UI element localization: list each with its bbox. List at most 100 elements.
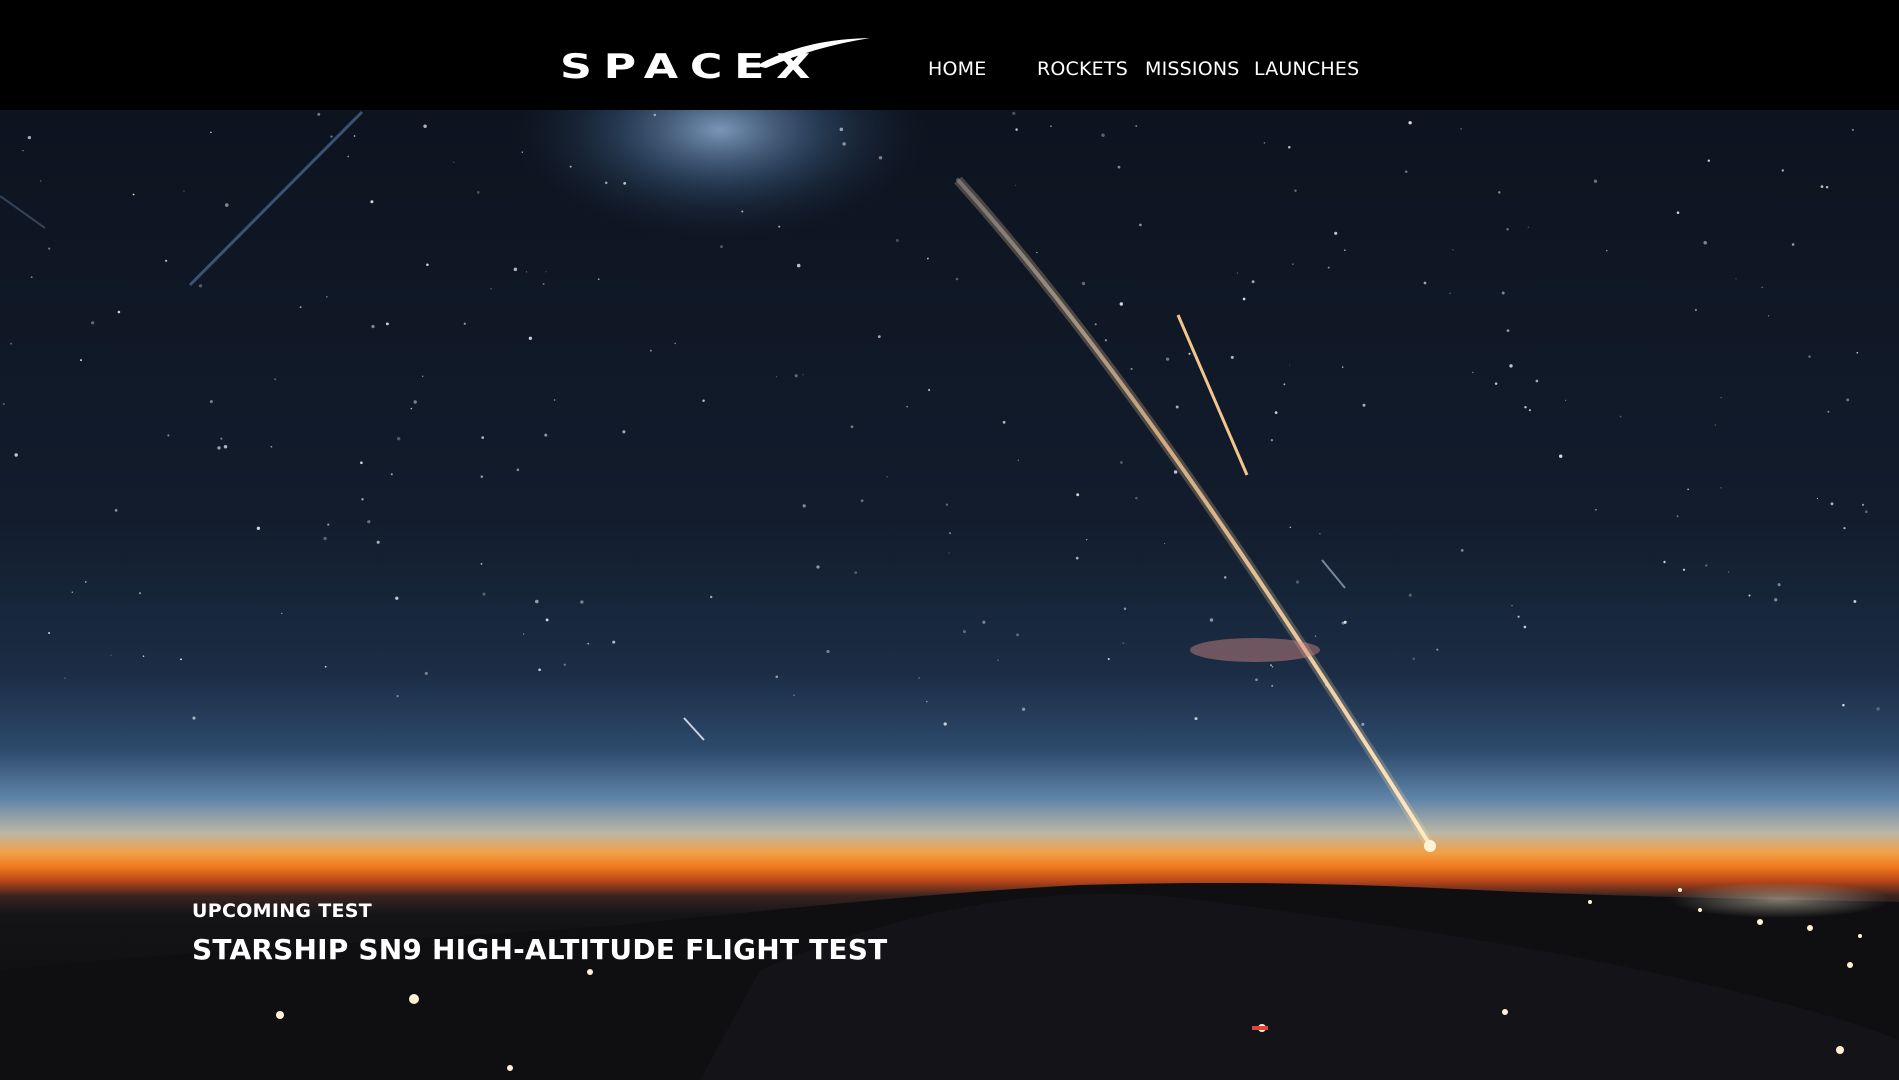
star [1682,568,1686,572]
star [1593,179,1598,183]
star [132,193,135,196]
spacex-logo[interactable]: SPACEX [560,36,872,84]
red-light [1252,1026,1268,1030]
nav-launches[interactable]: LAUNCHES [1254,58,1359,80]
star [580,600,584,604]
star [1123,607,1127,611]
star [1517,615,1520,618]
nav-rockets[interactable]: ROCKETS [1037,58,1128,80]
star [1774,598,1778,602]
star [649,349,652,352]
star [927,388,931,392]
light-dot [507,1065,513,1071]
star [1270,439,1274,442]
star [361,498,364,501]
star [1288,146,1291,149]
star [1194,717,1198,721]
star [142,655,145,657]
star [886,476,888,478]
star [421,375,424,378]
star [22,149,24,152]
star [674,342,677,345]
star [165,259,168,262]
star [1816,497,1818,500]
star [860,499,864,503]
star [481,436,485,439]
star [1289,364,1291,366]
star [1768,315,1770,317]
star [1707,159,1710,162]
star [1135,496,1138,500]
star [1327,266,1330,269]
light-dot [1698,908,1702,912]
star [842,142,846,146]
star [1209,618,1214,622]
star [326,296,328,298]
light-dot [1588,900,1592,904]
star [91,321,95,325]
star [1843,526,1846,530]
star [1595,509,1597,511]
star [324,665,327,668]
star [1344,249,1346,252]
star [1703,241,1707,245]
nav-missions[interactable]: MISSIONS [1145,58,1240,80]
star [1343,620,1347,624]
star [1851,128,1854,131]
star [1472,371,1474,373]
star [775,675,779,679]
star [1086,539,1088,541]
star [709,595,713,599]
star [110,654,112,656]
star [270,445,273,448]
star [453,161,455,163]
star [623,182,627,185]
star [1523,625,1527,629]
star [138,592,142,595]
star [776,376,778,378]
star [413,400,417,404]
star [482,592,486,596]
star [410,407,413,410]
star [396,694,399,698]
nav-home[interactable]: HOME [928,58,986,80]
star [385,322,389,326]
star [1270,664,1272,666]
star [741,210,744,213]
star [27,135,32,140]
star [1606,249,1608,252]
star [926,700,928,703]
star [906,406,908,408]
star [1289,526,1292,529]
star [1825,185,1829,189]
star [612,640,616,644]
star [463,322,466,325]
star [347,155,350,158]
star [1527,226,1529,228]
light-dot [1858,934,1862,938]
star [327,523,330,526]
star [198,284,203,288]
star [14,453,18,457]
star [528,336,533,340]
star [114,509,118,512]
star [1314,635,1317,637]
star [225,203,229,207]
star [826,649,830,654]
star [1139,223,1142,227]
star [1341,366,1344,368]
star [180,658,182,661]
star [597,278,600,281]
star [1408,121,1412,125]
star [1274,411,1278,414]
header: SPACEX HOME ROCKETS MISSIONS LAUNCHES [0,0,1899,110]
star [395,596,399,600]
star [525,271,528,273]
star [71,591,73,593]
star [1094,323,1097,326]
star [426,263,429,266]
launch-point [1424,840,1436,852]
hero-title[interactable]: STARSHIP SN9 HIGH-ALTITUDE FLIGHT TEST [192,933,887,966]
star [778,225,781,228]
star [1535,379,1539,383]
